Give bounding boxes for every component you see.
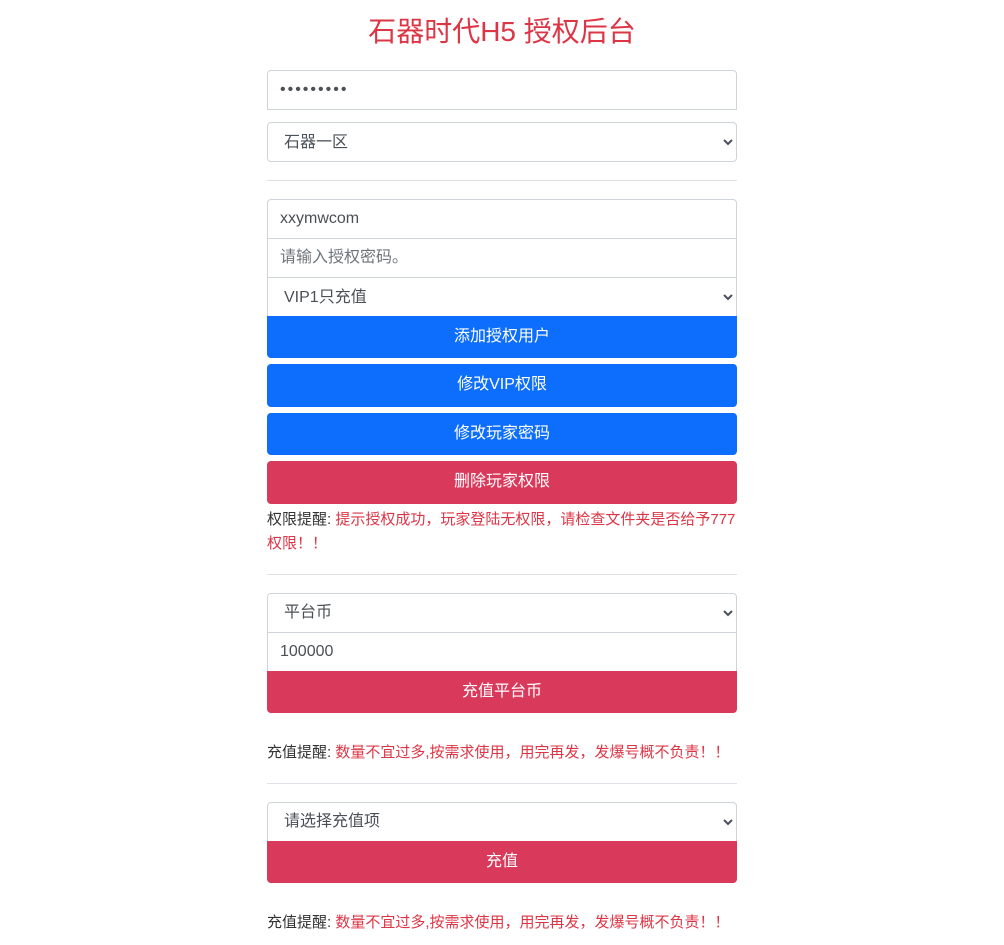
password-input[interactable]: [267, 70, 737, 110]
amount-input[interactable]: [267, 632, 737, 672]
recharge-item-select[interactable]: 请选择充值项: [267, 802, 737, 842]
divider: [267, 574, 737, 575]
divider: [267, 783, 737, 784]
currency-select[interactable]: 平台币: [267, 593, 737, 633]
add-auth-user-button[interactable]: 添加授权用户: [267, 316, 737, 358]
modify-password-button[interactable]: 修改玩家密码: [267, 413, 737, 455]
notice-label: 充值提醒:: [267, 744, 335, 761]
notice-message: 提示授权成功，玩家登陆无权限，请检查文件夹是否给予777权限！！: [267, 511, 735, 552]
server-select[interactable]: 石器一区: [267, 122, 737, 162]
modify-vip-button[interactable]: 修改VIP权限: [267, 364, 737, 406]
recharge-notice-2: 充值提醒: 数量不宜过多,按需求使用，用完再发，发爆号概不负责！！: [267, 911, 737, 935]
auth-user-section: VIP1只充值 添加授权用户 修改VIP权限 修改玩家密码 删除玩家权限 权限提…: [267, 199, 737, 556]
delete-permission-button[interactable]: 删除玩家权限: [267, 461, 737, 503]
notice-message: 数量不宜过多,按需求使用，用完再发，发爆号概不负责！！: [335, 744, 729, 761]
username-input[interactable]: [267, 199, 737, 239]
divider: [267, 180, 737, 181]
item-recharge-section: 请选择充值项 充值 充值提醒: 数量不宜过多,按需求使用，用完再发，发爆号概不负…: [267, 802, 737, 935]
recharge-currency-button[interactable]: 充值平台币: [267, 671, 737, 713]
permission-notice: 权限提醒: 提示授权成功，玩家登陆无权限，请检查文件夹是否给予777权限！！: [267, 508, 737, 556]
auth-password-input[interactable]: [267, 238, 737, 278]
recharge-notice: 充值提醒: 数量不宜过多,按需求使用，用完再发，发爆号概不负责！！: [267, 741, 737, 765]
recharge-button[interactable]: 充值: [267, 841, 737, 883]
server-login-section: 石器一区: [267, 70, 737, 162]
vip-level-select[interactable]: VIP1只充值: [267, 277, 737, 317]
page-title: 石器时代H5 授权后台: [267, 10, 737, 50]
notice-label: 充值提醒:: [267, 914, 335, 931]
notice-message: 数量不宜过多,按需求使用，用完再发，发爆号概不负责！！: [335, 914, 729, 931]
notice-label: 权限提醒:: [267, 511, 335, 528]
currency-recharge-section: 平台币 充值平台币 充值提醒: 数量不宜过多,按需求使用，用完再发，发爆号概不负…: [267, 593, 737, 765]
